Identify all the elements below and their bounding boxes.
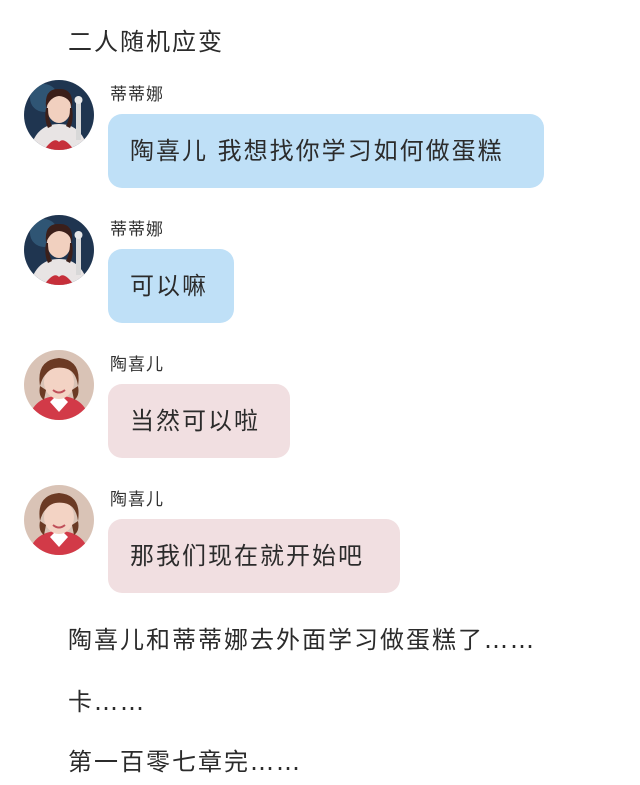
sender-name: 蒂蒂娜 — [110, 220, 164, 240]
avatar[interactable] — [24, 485, 94, 555]
avatar[interactable] — [24, 215, 94, 285]
message-bubble[interactable]: 当然可以啦 — [108, 384, 290, 458]
sender-name: 陶喜儿 — [110, 490, 164, 510]
sender-name: 陶喜儿 — [110, 355, 164, 375]
narration-line: 第一百零七章完…… — [68, 748, 302, 776]
message-bubble[interactable]: 可以嘛 — [108, 249, 234, 323]
avatar[interactable] — [24, 350, 94, 420]
message-bubble[interactable]: 陶喜儿 我想找你学习如何做蛋糕 — [108, 114, 544, 188]
page-title: 二人随机应变 — [68, 28, 224, 56]
avatar[interactable] — [24, 80, 94, 150]
narration-line: 卡…… — [68, 688, 146, 716]
narration-line: 陶喜儿和蒂蒂娜去外面学习做蛋糕了…… — [68, 626, 536, 654]
sender-name: 蒂蒂娜 — [110, 85, 164, 105]
message-bubble[interactable]: 那我们现在就开始吧 — [108, 519, 400, 593]
